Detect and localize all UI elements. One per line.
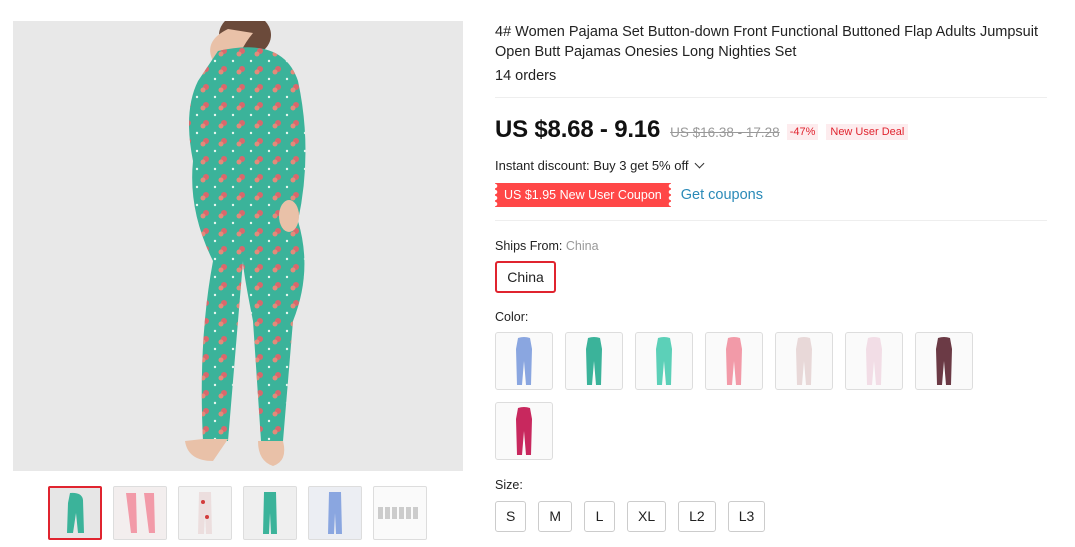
ships-from-label: Ships From: China	[495, 239, 599, 253]
thumb-white-cherry-icon	[179, 487, 231, 539]
color-swatch[interactable]	[495, 402, 553, 460]
divider	[495, 97, 1047, 98]
jumpsuit-mint-icon	[656, 337, 672, 385]
thumb-blue-icon	[309, 487, 361, 539]
order-count: 14 orders	[495, 68, 557, 84]
jumpsuit-teal-icon	[586, 337, 602, 385]
discount-badge: -47%	[786, 124, 819, 140]
thumbnail-5[interactable]	[308, 486, 362, 540]
product-title: 4# Women Pajama Set Button-down Front Fu…	[495, 24, 1038, 60]
current-price: US $8.68 - 9.16	[495, 116, 661, 143]
thumb-teal-front-icon	[244, 487, 296, 539]
instant-discount-text: Instant discount: Buy 3 get 5% off	[495, 158, 689, 173]
new-user-coupon-tag[interactable]: US $1.95 New User Coupon	[495, 183, 671, 207]
chevron-down-icon	[694, 158, 705, 169]
thumb-pink-icon	[114, 487, 166, 539]
size-option[interactable]: XL	[627, 501, 667, 532]
thumbnail-1[interactable]	[48, 486, 102, 540]
size-option[interactable]: L3	[727, 501, 766, 532]
main-product-image[interactable]	[13, 21, 463, 471]
color-swatch-list	[495, 332, 975, 460]
ships-from-value: China	[565, 239, 599, 253]
get-coupons-link[interactable]: Get coupons	[681, 187, 763, 203]
size-option[interactable]: L2	[678, 501, 716, 532]
thumbnail-2[interactable]	[113, 486, 167, 540]
color-swatch[interactable]	[775, 332, 833, 390]
color-label: Color:	[495, 310, 529, 324]
color-swatch[interactable]	[705, 332, 763, 390]
size-option[interactable]: S	[495, 501, 527, 532]
model-jumpsuit-illustration	[13, 21, 463, 471]
size-option[interactable]: M	[538, 501, 573, 532]
thumb-teal-back-icon	[50, 488, 100, 538]
jumpsuit-pink-icon	[726, 337, 742, 385]
ship-from-china-option[interactable]: China	[495, 261, 556, 293]
thumbnail-6[interactable]	[373, 486, 427, 540]
jumpsuit-blue-icon	[516, 337, 532, 385]
new-user-deal-badge: New User Deal	[826, 124, 909, 140]
price-row: US $8.68 - 9.16 US $16.38 - 17.28 -47% N…	[495, 116, 909, 144]
color-swatch[interactable]	[635, 332, 693, 390]
jumpsuit-white-pink-icon	[866, 337, 882, 385]
size-label: Size:	[495, 478, 523, 492]
instant-discount[interactable]: Instant discount: Buy 3 get 5% off	[495, 158, 705, 173]
thumbnail-3[interactable]	[178, 486, 232, 540]
size-option[interactable]: L	[584, 501, 616, 532]
color-swatch[interactable]	[495, 332, 553, 390]
divider	[495, 220, 1047, 221]
coupon-row: US $1.95 New User Coupon Get coupons	[495, 183, 763, 207]
color-swatch[interactable]	[915, 332, 973, 390]
thumbnail-strip	[48, 486, 427, 540]
thumb-size-chart-icon	[374, 487, 426, 539]
thumbnail-4[interactable]	[243, 486, 297, 540]
size-option-list: S M L XL L2 L3	[495, 501, 766, 532]
jumpsuit-dark-floral-icon	[936, 337, 952, 385]
jumpsuit-white-red-icon	[796, 337, 812, 385]
color-swatch[interactable]	[565, 332, 623, 390]
jumpsuit-magenta-icon	[516, 407, 532, 455]
color-swatch[interactable]	[845, 332, 903, 390]
ships-from-text: Ships From:	[495, 239, 563, 253]
original-price: US $16.38 - 17.28	[670, 125, 780, 140]
